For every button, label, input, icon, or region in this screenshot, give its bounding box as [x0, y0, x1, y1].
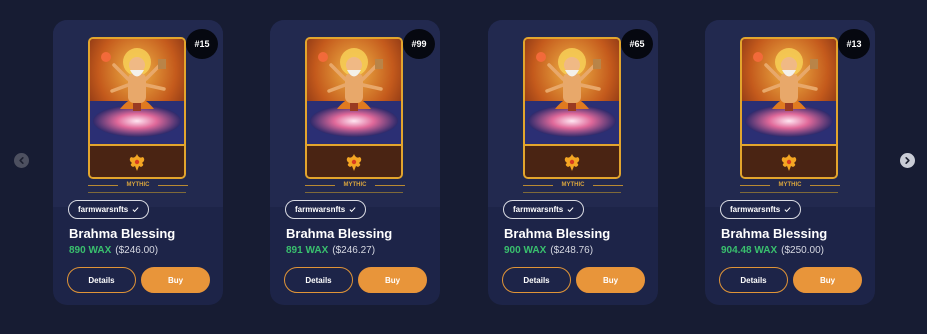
price-wax: 890 WAX [69, 245, 112, 256]
collection-link[interactable]: farmwarsnfts [68, 200, 150, 219]
nft-title: Brahma Blessing [721, 226, 828, 241]
chevron-left-icon [19, 156, 24, 165]
buy-button[interactable]: Buy [576, 267, 645, 293]
brahma-artwork [307, 39, 401, 144]
nft-artwork [740, 37, 838, 179]
nft-card[interactable]: MYTHIC #13 farmwarsnfts Brahma Blessing … [705, 20, 875, 305]
phoenix-icon [129, 153, 145, 171]
phoenix-icon [781, 153, 797, 171]
chevron-right-icon [905, 156, 910, 165]
mint-number-badge: #65 [621, 29, 653, 59]
checkmark-icon [567, 207, 574, 213]
rarity-label: MYTHIC [301, 181, 409, 190]
nft-emblem-strip [90, 144, 184, 177]
mint-number-badge: #13 [838, 29, 870, 59]
nft-title: Brahma Blessing [286, 226, 393, 241]
price-row: 904.48 WAX ($250.00) [721, 245, 824, 256]
divider [305, 192, 403, 193]
price-usd: ($246.00) [115, 245, 159, 256]
price-wax: 891 WAX [286, 245, 329, 256]
divider [740, 192, 838, 193]
collection-link[interactable]: farmwarsnfts [503, 200, 585, 219]
rarity-label: MYTHIC [736, 181, 844, 190]
collection-link[interactable]: farmwarsnfts [285, 200, 367, 219]
brahma-artwork [90, 39, 184, 144]
price-row: 890 WAX ($246.00) [69, 245, 158, 256]
buy-button[interactable]: Buy [358, 267, 427, 293]
collection-link[interactable]: farmwarsnfts [720, 200, 802, 219]
price-usd: ($246.27) [332, 245, 376, 256]
details-button[interactable]: Details [284, 267, 353, 293]
nft-card[interactable]: MYTHIC #99 farmwarsnfts Brahma Blessing … [270, 20, 440, 305]
nft-title: Brahma Blessing [504, 226, 611, 241]
checkmark-icon [784, 207, 791, 213]
carousel-next-button[interactable] [900, 153, 915, 168]
nft-artwork [305, 37, 403, 179]
nft-card[interactable]: MYTHIC #15 farmwarsnfts Brahma Blessing … [53, 20, 223, 305]
price-wax: 900 WAX [504, 245, 547, 256]
mint-number-badge: #15 [186, 29, 218, 59]
phoenix-icon [346, 153, 362, 171]
nft-card[interactable]: MYTHIC #65 farmwarsnfts Brahma Blessing … [488, 20, 658, 305]
price-wax: 904.48 WAX [721, 245, 778, 256]
nft-emblem-strip [307, 144, 401, 177]
brahma-artwork [742, 39, 836, 144]
details-button[interactable]: Details [719, 267, 788, 293]
nft-emblem-strip [525, 144, 619, 177]
nft-emblem-strip [742, 144, 836, 177]
collection-name: farmwarsnfts [730, 205, 781, 214]
collection-name: farmwarsnfts [78, 205, 129, 214]
price-usd: ($250.00) [781, 245, 824, 256]
nft-title: Brahma Blessing [69, 226, 176, 241]
phoenix-icon [564, 153, 580, 171]
divider [523, 192, 621, 193]
nft-carousel: MYTHIC #15 farmwarsnfts Brahma Blessing … [0, 0, 927, 334]
checkmark-icon [132, 207, 139, 213]
price-usd: ($248.76) [550, 245, 594, 256]
brahma-artwork [525, 39, 619, 144]
buy-button[interactable]: Buy [141, 267, 210, 293]
mint-number-badge: #99 [403, 29, 435, 59]
details-button[interactable]: Details [502, 267, 571, 293]
divider [88, 192, 186, 193]
price-row: 900 WAX ($248.76) [504, 245, 593, 256]
collection-name: farmwarsnfts [513, 205, 564, 214]
nft-artwork [523, 37, 621, 179]
buy-button[interactable]: Buy [793, 267, 862, 293]
rarity-label: MYTHIC [84, 181, 192, 190]
rarity-label: MYTHIC [519, 181, 627, 190]
checkmark-icon [349, 207, 356, 213]
nft-artwork [88, 37, 186, 179]
price-row: 891 WAX ($246.27) [286, 245, 375, 256]
collection-name: farmwarsnfts [295, 205, 346, 214]
details-button[interactable]: Details [67, 267, 136, 293]
carousel-prev-button[interactable] [14, 153, 29, 168]
